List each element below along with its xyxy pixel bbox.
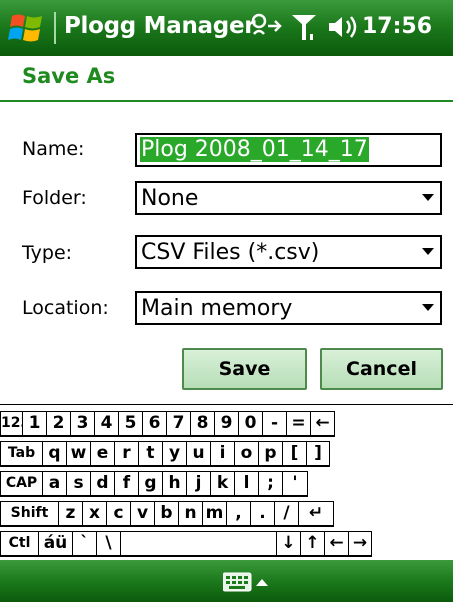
type-label: Type: bbox=[22, 242, 73, 264]
chevron-down-icon[interactable] bbox=[422, 304, 434, 311]
backtick-key[interactable]: ` bbox=[72, 531, 96, 557]
caps-key[interactable]: CAP bbox=[0, 471, 42, 497]
key-m[interactable]: m bbox=[202, 501, 226, 527]
type-select-value: CSV Files (*.csv) bbox=[141, 240, 320, 265]
key-j[interactable]: j bbox=[186, 471, 210, 497]
key-q[interactable]: q bbox=[42, 441, 66, 467]
save-button[interactable]: Save bbox=[182, 348, 307, 390]
up-arrow-icon bbox=[256, 579, 268, 586]
keyboard-row: 1231234567890-=← bbox=[0, 411, 453, 437]
heading-divider bbox=[0, 100, 453, 102]
key-v[interactable]: v bbox=[130, 501, 154, 527]
chevron-down-icon[interactable] bbox=[422, 248, 434, 255]
page-title: Save As bbox=[22, 64, 116, 88]
accents-key[interactable]: áü bbox=[38, 531, 72, 557]
key-9[interactable]: 9 bbox=[214, 411, 238, 437]
key-f[interactable]: f bbox=[114, 471, 138, 497]
key-n[interactable]: n bbox=[178, 501, 202, 527]
shift-key[interactable]: Shift bbox=[0, 501, 58, 527]
key-r[interactable]: r bbox=[114, 441, 138, 467]
tab-key[interactable]: Tab bbox=[0, 441, 42, 467]
soft-keyboard: 1231234567890-=←Tabqwertyuiop[]CAPasdfgh… bbox=[0, 404, 453, 561]
name-label: Name: bbox=[22, 138, 85, 160]
enter-key[interactable]: ↵ bbox=[298, 501, 334, 527]
backspace-key[interactable]: ← bbox=[324, 531, 348, 557]
key-i[interactable]: i bbox=[210, 441, 234, 467]
key-8[interactable]: 8 bbox=[190, 411, 214, 437]
location-label: Location: bbox=[22, 297, 109, 319]
folder-label: Folder: bbox=[22, 187, 87, 209]
ctrl-key[interactable]: Ctl bbox=[0, 531, 38, 557]
right-bracket-key[interactable]: ] bbox=[306, 441, 330, 467]
keyboard-row: CAP a s d f g h j k l; ' bbox=[0, 471, 453, 497]
keyboard-row: Ctl áü ` \ ↓ ↑ ← → bbox=[0, 531, 453, 557]
title-separator bbox=[54, 12, 56, 44]
signal-icon[interactable] bbox=[290, 12, 318, 42]
key-s[interactable]: s bbox=[66, 471, 90, 497]
keyboard-icon[interactable] bbox=[223, 572, 271, 592]
key-w[interactable]: w bbox=[66, 441, 90, 467]
keyboard-row: Tab q w e r t y u i o p[] bbox=[0, 441, 453, 467]
key-3[interactable]: 3 bbox=[70, 411, 94, 437]
key-e[interactable]: e bbox=[90, 441, 114, 467]
comma-key[interactable]: , bbox=[226, 501, 250, 527]
folder-select[interactable]: None bbox=[135, 181, 442, 215]
key-0[interactable]: 0 bbox=[238, 411, 262, 437]
quote-key[interactable]: ' bbox=[282, 471, 308, 497]
backspace-key[interactable]: ← bbox=[310, 411, 335, 437]
backslash-key[interactable]: \ bbox=[96, 531, 120, 557]
app-title: Plogg Manager bbox=[64, 13, 256, 39]
volume-icon[interactable] bbox=[326, 12, 358, 42]
period-key[interactable]: . bbox=[250, 501, 274, 527]
key-l[interactable]: l bbox=[234, 471, 258, 497]
clock[interactable]: 17:56 bbox=[362, 14, 432, 39]
minus-key[interactable]: - bbox=[262, 411, 286, 437]
windows-flag-icon[interactable] bbox=[8, 10, 46, 46]
chevron-down-icon[interactable] bbox=[422, 194, 434, 201]
key-x[interactable]: x bbox=[82, 501, 106, 527]
type-select[interactable]: CSV Files (*.csv) bbox=[135, 235, 442, 269]
key-p[interactable]: p bbox=[258, 441, 282, 467]
key-c[interactable]: c bbox=[106, 501, 130, 527]
up-arrow-key[interactable]: ↑ bbox=[300, 531, 324, 557]
key-g[interactable]: g bbox=[138, 471, 162, 497]
name-input-value: Plog 2008_01_14_17 bbox=[140, 137, 369, 162]
equals-key[interactable]: = bbox=[286, 411, 310, 437]
key-h[interactable]: h bbox=[162, 471, 186, 497]
location-select-value: Main memory bbox=[141, 296, 293, 321]
key-4[interactable]: 4 bbox=[94, 411, 118, 437]
key-6[interactable]: 6 bbox=[142, 411, 166, 437]
key-1[interactable]: 1 bbox=[22, 411, 46, 437]
key-7[interactable]: 7 bbox=[166, 411, 190, 437]
key-d[interactable]: d bbox=[90, 471, 114, 497]
key-t[interactable]: t bbox=[138, 441, 162, 467]
left-bracket-key[interactable]: [ bbox=[282, 441, 306, 467]
key-a[interactable]: a bbox=[42, 471, 66, 497]
key-u[interactable]: u bbox=[186, 441, 210, 467]
bottom-bar bbox=[0, 560, 453, 602]
key-k[interactable]: k bbox=[210, 471, 234, 497]
semicolon-key[interactable]: ; bbox=[258, 471, 282, 497]
key-5[interactable]: 5 bbox=[118, 411, 142, 437]
slash-key[interactable]: / bbox=[274, 501, 298, 527]
key-y[interactable]: y bbox=[162, 441, 186, 467]
title-bar: Plogg Manager 17:56 bbox=[0, 0, 453, 56]
down-arrow-key[interactable]: ↓ bbox=[276, 531, 300, 557]
connectivity-icon[interactable] bbox=[250, 12, 284, 42]
location-select[interactable]: Main memory bbox=[135, 291, 442, 325]
key-z[interactable]: z bbox=[58, 501, 82, 527]
cancel-button[interactable]: Cancel bbox=[320, 348, 443, 390]
key-b[interactable]: b bbox=[154, 501, 178, 527]
keyboard-row: Shift z x c v b n m,. / ↵ bbox=[0, 501, 453, 527]
numbers-key[interactable]: 123 bbox=[0, 411, 22, 437]
space-key[interactable] bbox=[120, 531, 276, 557]
key-2[interactable]: 2 bbox=[46, 411, 70, 437]
key-o[interactable]: o bbox=[234, 441, 258, 467]
name-input[interactable]: Plog 2008_01_14_17 bbox=[135, 133, 442, 167]
right-arrow-key[interactable]: → bbox=[348, 531, 372, 557]
folder-select-value: None bbox=[141, 186, 199, 211]
